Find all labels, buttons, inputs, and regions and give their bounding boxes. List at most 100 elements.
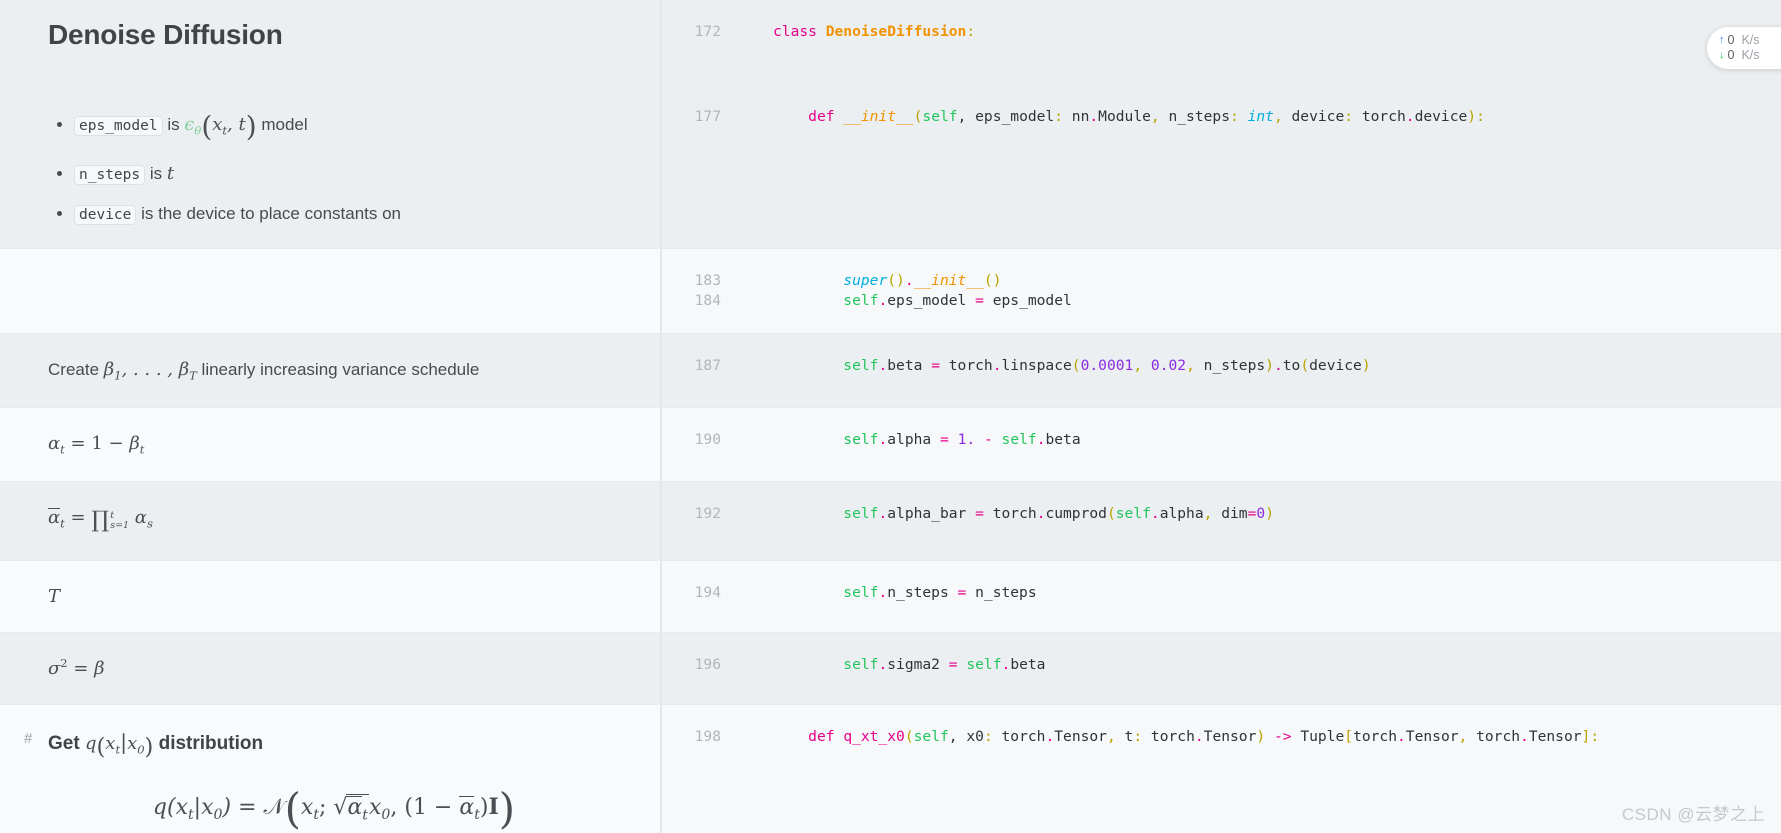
list-item-text: is: [167, 114, 180, 134]
code-text[interactable]: def q_xt_x0(self, x0: torch.Tensor, t: t…: [733, 727, 1599, 747]
alpha-equation-math: αt = 1 − βt: [48, 433, 145, 457]
code-text[interactable]: self.alpha = 1. - self.beta: [733, 430, 1080, 450]
code-line[interactable]: 177 def __init__(self, eps_model: nn.Mod…: [661, 107, 1781, 127]
section-heading-prefix: Get: [48, 732, 80, 754]
beta-schedule-suffix: linearly increasing variance schedule: [201, 360, 480, 380]
q-display-equation: q(xt|x0) = 𝒩(xt; √αtx0, (1 − αt)I): [152, 784, 516, 833]
row-super-init: 183 super().__init__() 184 self.eps_mode…: [0, 249, 1781, 335]
line-number[interactable]: 198: [661, 727, 733, 747]
upload-speed-value: 0: [1727, 33, 1735, 47]
row-n-steps-code[interactable]: 194 self.n_steps = n_steps: [660, 560, 1781, 632]
line-number[interactable]: 194: [661, 583, 733, 603]
row-init-prose: eps_model is ϵθ(xt, t) model n_steps is …: [0, 85, 660, 248]
page-title: Denoise Diffusion: [48, 19, 283, 50]
row-init-params: eps_model is ϵθ(xt, t) model n_steps is …: [0, 85, 1781, 250]
row-init-code[interactable]: 177 def __init__(self, eps_model: nn.Mod…: [660, 85, 1781, 249]
download-speed-unit: K/s: [1741, 48, 1760, 62]
q-heading-math: q(xt|x0): [84, 729, 154, 760]
code-line[interactable]: 172 class DenoiseDiffusion:: [661, 22, 1781, 42]
beta-list-math: β1, . . . , βT: [103, 359, 197, 383]
code-text[interactable]: self.beta = torch.linspace(0.0001, 0.02,…: [733, 356, 1370, 376]
row-sigma2: σ2 = β 196 self.sigma2 = self.beta: [0, 632, 1781, 705]
code-text[interactable]: self.sigma2 = self.beta: [733, 655, 1045, 675]
code-text[interactable]: def __init__(self, eps_model: nn.Module,…: [733, 107, 1485, 127]
download-speed-row: ↓ 0 K/s: [1719, 48, 1781, 63]
code-text[interactable]: self.n_steps = n_steps: [733, 583, 1036, 603]
param-eps-model: eps_model: [74, 115, 163, 136]
line-number[interactable]: 172: [661, 22, 733, 42]
upload-speed-unit: K/s: [1741, 33, 1760, 47]
row-alpha-bar: αt = ∏ t s=1 αs 192 self.alpha_bar = torch…: [0, 481, 1781, 561]
download-speed-value: 0: [1727, 48, 1735, 62]
beta-schedule-prefix: Create: [48, 360, 100, 380]
code-text[interactable]: self.eps_model = eps_model: [733, 291, 1072, 311]
line-number[interactable]: 196: [661, 655, 733, 675]
code-line[interactable]: 187 self.beta = torch.linspace(0.0001, 0…: [661, 356, 1781, 376]
row-beta-code[interactable]: 187 self.beta = torch.linspace(0.0001, 0…: [660, 334, 1781, 408]
row-alpha-prose: αt = 1 − βt: [0, 408, 660, 481]
code-spacer: [661, 147, 1781, 167]
list-item: n_steps is t: [74, 161, 620, 187]
code-text[interactable]: class DenoiseDiffusion:: [733, 22, 975, 42]
line-number[interactable]: 183: [661, 271, 733, 291]
row-beta-schedule: Create β1, . . . , βT linearly increasin…: [0, 334, 1781, 409]
code-spacer: [661, 127, 1781, 147]
code-line[interactable]: 192 self.alpha_bar = torch.cumprod(self.…: [661, 504, 1781, 524]
t-math: t: [166, 163, 175, 185]
list-item: device is the device to place constants …: [74, 202, 620, 227]
documentation-page: ↑ 0 K/s ↓ 0 K/s Denoise Diffusion 172 cl…: [0, 0, 1781, 833]
list-item: eps_model is ϵθ(xt, t) model: [74, 107, 620, 147]
anchor-hash-icon[interactable]: #: [24, 728, 32, 751]
row-n-steps-prose: T: [0, 561, 660, 632]
code-spacer: [661, 787, 1781, 807]
code-spacer: [661, 42, 1781, 62]
param-device: device: [74, 204, 137, 225]
T-math: T: [48, 585, 61, 607]
code-line[interactable]: 196 self.sigma2 = self.beta: [661, 655, 1781, 675]
watermark: CSDN @云梦之上: [1621, 805, 1765, 824]
code-spacer: [661, 767, 1781, 787]
alpha-bar-equation-math: αt = ∏ t s=1 αs: [48, 506, 153, 533]
row-n-steps: T 194 self.n_steps = n_steps: [0, 560, 1781, 633]
line-number[interactable]: 184: [661, 291, 733, 311]
code-spacer: [661, 167, 1781, 187]
code-line[interactable]: 184 self.eps_model = eps_model: [661, 291, 1781, 311]
code-line[interactable]: 183 super().__init__(): [661, 271, 1781, 291]
row-sigma2-prose: σ2 = β: [0, 633, 660, 704]
network-speed-badge[interactable]: ↑ 0 K/s ↓ 0 K/s: [1707, 27, 1781, 69]
arrow-down-icon: ↓: [1719, 49, 1725, 61]
row-alpha-bar-prose: αt = ∏ t s=1 αs: [0, 482, 660, 560]
list-item-text: is: [149, 164, 163, 184]
row-super-prose: [0, 249, 660, 333]
code-line[interactable]: 194 self.n_steps = n_steps: [661, 583, 1781, 603]
param-list: eps_model is ϵθ(xt, t) model n_steps is …: [48, 107, 620, 226]
line-number[interactable]: 190: [661, 430, 733, 450]
row-q-code[interactable]: 198 def q_xt_x0(self, x0: torch.Tensor, …: [660, 704, 1781, 833]
section-heading-q: # Get q(xt|x0) distribution: [24, 727, 620, 765]
list-item-text: is the device to place constants on: [141, 203, 402, 223]
line-number[interactable]: 192: [661, 504, 733, 524]
row-alpha: αt = 1 − βt 190 self.alpha = 1. - self.b…: [0, 408, 1781, 482]
line-number[interactable]: 187: [661, 356, 733, 376]
upload-speed-row: ↑ 0 K/s: [1719, 33, 1781, 48]
row-beta-prose: Create β1, . . . , βT linearly increasin…: [0, 334, 660, 407]
code-line[interactable]: 190 self.alpha = 1. - self.beta: [661, 430, 1781, 450]
row-super-code[interactable]: 183 super().__init__() 184 self.eps_mode…: [660, 249, 1781, 334]
sigma2-math: σ2 = β: [48, 655, 105, 679]
row-alpha-bar-code[interactable]: 192 self.alpha_bar = torch.cumprod(self.…: [660, 481, 1781, 560]
row-title: Denoise Diffusion 172 class DenoiseDiffu…: [0, 0, 1781, 85]
row-alpha-code[interactable]: 190 self.alpha = 1. - self.beta: [660, 408, 1781, 481]
row-title-code[interactable]: 172 class DenoiseDiffusion:: [660, 0, 1781, 84]
code-line[interactable]: 198 def q_xt_x0(self, x0: torch.Tensor, …: [661, 727, 1781, 747]
eps-theta-math: ϵθ(xt, t): [184, 110, 257, 143]
param-n-steps: n_steps: [74, 165, 146, 186]
code-spacer: [661, 747, 1781, 767]
code-text[interactable]: self.alpha_bar = torch.cumprod(self.alph…: [733, 504, 1274, 524]
list-item-text-after: model: [261, 114, 308, 134]
row-q-xt-x0: # Get q(xt|x0) distribution q(xt|x0) = 𝒩…: [0, 704, 1781, 833]
code-text[interactable]: super().__init__(): [733, 271, 1001, 291]
row-q-prose: # Get q(xt|x0) distribution q(xt|x0) = 𝒩…: [0, 705, 660, 833]
section-heading-suffix: distribution: [158, 732, 264, 754]
line-number[interactable]: 177: [661, 107, 733, 127]
row-sigma2-code[interactable]: 196 self.sigma2 = self.beta: [660, 632, 1781, 704]
